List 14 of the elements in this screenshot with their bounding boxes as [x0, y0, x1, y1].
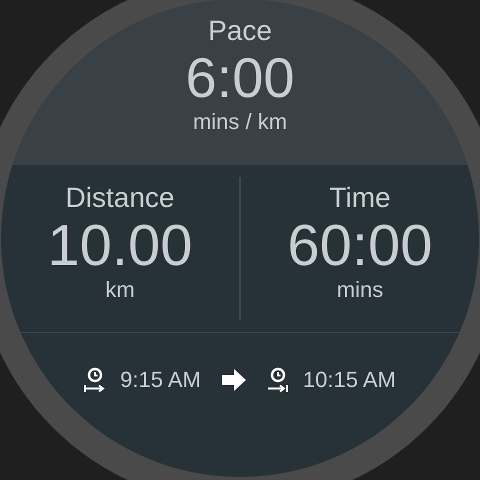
stat-unit: km — [105, 277, 135, 303]
pace-unit: mins / km — [192, 109, 288, 135]
stat-label: Time — [329, 181, 391, 215]
stat-label: Distance — [66, 181, 174, 215]
arrow-right-icon — [220, 368, 247, 392]
end-time: 10:15 AM — [302, 366, 396, 394]
stat-value: 60:00 — [287, 215, 433, 277]
pace-value: 6:00 — [186, 47, 294, 109]
clock-start-icon — [84, 366, 106, 392]
stat-unit: mins — [336, 277, 384, 303]
stat-value: 10.00 — [47, 215, 193, 277]
pace-label: Pace — [208, 15, 272, 47]
start-time: 9:15 AM — [120, 366, 201, 394]
clock-end-icon — [266, 366, 289, 392]
